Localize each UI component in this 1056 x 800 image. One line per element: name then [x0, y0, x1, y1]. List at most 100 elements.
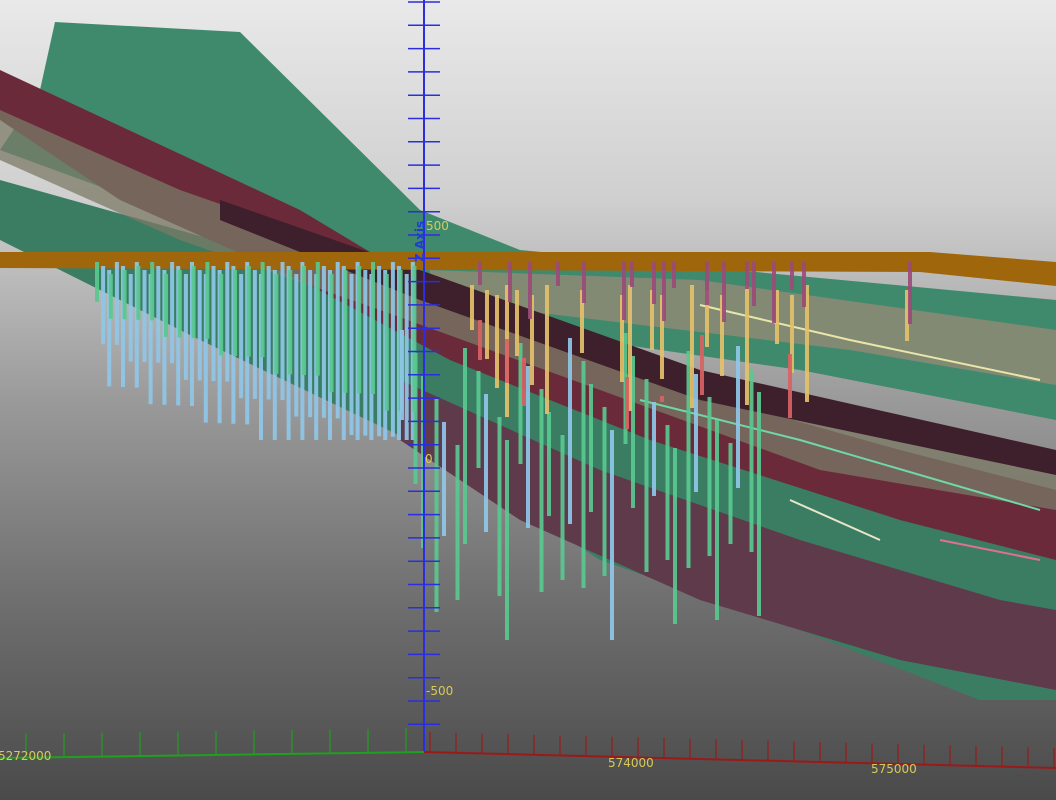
drillhole[interactable]: [790, 262, 794, 290]
drillhole[interactable]: [715, 420, 719, 620]
3d-viewport[interactable]: 500 0 -500 Z Axis 574000 575000 5272000: [0, 0, 1056, 800]
drillhole[interactable]: [757, 392, 761, 616]
drillhole[interactable]: [343, 270, 348, 393]
drillhole[interactable]: [246, 266, 251, 357]
drillhole[interactable]: [390, 262, 395, 437]
drillhole[interactable]: [478, 262, 482, 285]
drillhole[interactable]: [108, 274, 113, 319]
drillhole[interactable]: [150, 262, 155, 321]
drillhole[interactable]: [260, 262, 265, 358]
drillhole[interactable]: [728, 443, 733, 544]
drillhole[interactable]: [463, 348, 467, 544]
drillhole[interactable]: [508, 262, 512, 302]
drillhole[interactable]: [660, 396, 664, 402]
drillhole[interactable]: [700, 335, 704, 395]
drillhole[interactable]: [547, 412, 551, 516]
drillhole[interactable]: [136, 266, 141, 320]
drillhole[interactable]: [694, 374, 698, 492]
drillhole[interactable]: [662, 262, 666, 321]
drillhole[interactable]: [736, 346, 740, 488]
drillhole[interactable]: [568, 338, 572, 524]
drillhole[interactable]: [515, 290, 519, 356]
drillhole[interactable]: [622, 262, 626, 320]
drillhole[interactable]: [505, 339, 509, 383]
drillhole[interactable]: [707, 397, 712, 556]
drillhole[interactable]: [802, 262, 806, 307]
drillhole[interactable]: [665, 425, 670, 560]
3d-scene[interactable]: [0, 0, 1056, 800]
drillhole[interactable]: [478, 320, 482, 360]
drillhole[interactable]: [749, 369, 754, 552]
drillhole[interactable]: [526, 366, 530, 528]
drillhole[interactable]: [321, 266, 326, 418]
drillhole[interactable]: [142, 270, 147, 362]
drillhole[interactable]: [745, 285, 749, 405]
drillhole[interactable]: [288, 270, 293, 375]
drillhole[interactable]: [672, 262, 676, 288]
drillhole[interactable]: [602, 407, 607, 576]
drillhole[interactable]: [752, 262, 756, 306]
drillhole[interactable]: [686, 351, 691, 568]
drillhole[interactable]: [404, 274, 409, 440]
drillhole[interactable]: [772, 262, 776, 323]
drillhole[interactable]: [625, 377, 629, 429]
drillhole[interactable]: [308, 270, 313, 418]
drillhole[interactable]: [377, 266, 382, 437]
drillhole[interactable]: [560, 435, 565, 580]
drillhole[interactable]: [197, 270, 202, 381]
drillhole[interactable]: [335, 262, 340, 419]
drillhole[interactable]: [128, 274, 133, 362]
drillhole[interactable]: [589, 384, 593, 512]
drillhole[interactable]: [788, 354, 792, 418]
drillhole[interactable]: [505, 440, 509, 640]
drillhole[interactable]: [497, 417, 502, 596]
drillhole[interactable]: [205, 262, 210, 339]
drillhole[interactable]: [722, 262, 726, 322]
drillhole[interactable]: [610, 430, 614, 640]
drillhole[interactable]: [156, 266, 161, 363]
drillhole[interactable]: [239, 274, 244, 399]
drillhole[interactable]: [434, 399, 439, 612]
drillhole[interactable]: [705, 262, 709, 305]
drillhole[interactable]: [233, 270, 237, 356]
drillhole[interactable]: [652, 262, 656, 304]
drillhole[interactable]: [582, 262, 586, 303]
drillhole[interactable]: [630, 262, 634, 287]
drillhole[interactable]: [329, 274, 334, 393]
drillhole[interactable]: [556, 262, 560, 286]
drillhole[interactable]: [274, 274, 279, 374]
drillhole[interactable]: [522, 358, 526, 406]
drillhole[interactable]: [191, 266, 196, 339]
drillhole[interactable]: [470, 285, 474, 330]
drillhole[interactable]: [170, 262, 175, 364]
drillhole[interactable]: [745, 262, 749, 289]
drillhole[interactable]: [673, 448, 677, 624]
drillhole[interactable]: [315, 262, 320, 376]
drillhole[interactable]: [349, 274, 354, 435]
drillhole[interactable]: [485, 290, 489, 359]
drillhole[interactable]: [183, 274, 188, 380]
drillhole[interactable]: [357, 266, 362, 394]
drillhole[interactable]: [652, 402, 656, 496]
drillhole[interactable]: [177, 270, 182, 338]
drillhole[interactable]: [252, 270, 257, 399]
drillhole[interactable]: [908, 262, 912, 324]
drillhole[interactable]: [484, 394, 488, 532]
drillhole[interactable]: [371, 262, 375, 394]
drillhole[interactable]: [294, 274, 299, 417]
drillhole[interactable]: [114, 262, 119, 345]
drillhole[interactable]: [95, 262, 99, 302]
drillhole[interactable]: [644, 379, 649, 572]
drillhole[interactable]: [363, 270, 368, 436]
drillhole[interactable]: [413, 353, 418, 484]
drillhole[interactable]: [442, 422, 446, 536]
drillhole[interactable]: [400, 330, 404, 420]
drillhole[interactable]: [384, 274, 389, 411]
drillhole[interactable]: [545, 285, 549, 414]
drillhole[interactable]: [266, 266, 271, 400]
drillhole[interactable]: [164, 274, 168, 337]
drillhole[interactable]: [101, 266, 106, 345]
drillhole[interactable]: [495, 295, 499, 388]
drillhole[interactable]: [225, 262, 230, 382]
drillhole[interactable]: [219, 274, 224, 356]
